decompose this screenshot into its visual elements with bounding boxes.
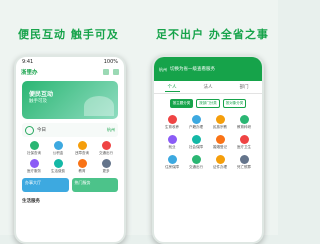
- location-label[interactable]: 杭州: [159, 67, 167, 73]
- home-banner[interactable]: 便民互动 触手可及: [22, 81, 118, 119]
- topic-item[interactable]: 住房保障: [160, 155, 184, 170]
- topic-icon: [215, 135, 225, 144]
- left-phone-screen: 9:41 100% 浙里办 便民互动 触手可及 今日 杭州 社保查询 公积金 违…: [14, 55, 126, 244]
- service-icon: [53, 159, 63, 168]
- chip-by-topic[interactable]: 按主题分类: [169, 99, 194, 108]
- service-label: 更多: [102, 169, 110, 173]
- service-label: 医疗服务: [27, 169, 41, 173]
- topic-item[interactable]: 教育科研: [232, 115, 256, 130]
- status-time: 9:41: [22, 59, 34, 65]
- topic-label: 婚姻登记: [213, 145, 227, 149]
- topic-item[interactable]: 证件办理: [208, 155, 232, 170]
- app-title: 浙里办: [21, 70, 38, 76]
- status-bar: 9:41 100%: [16, 57, 124, 66]
- weather-city: 杭州: [107, 127, 115, 132]
- header-title: 切换为省一级查看服务: [170, 67, 215, 72]
- service-icon: [77, 141, 87, 150]
- topic-label: 死亡殡葬: [237, 165, 251, 169]
- filter-chips: 按主题分类 按部门分类 按对象分类: [154, 94, 262, 113]
- topic-label: 医疗卫生: [237, 145, 251, 149]
- service-item[interactable]: 社保查询: [22, 141, 46, 156]
- service-label: 社保查询: [27, 151, 41, 155]
- service-item[interactable]: 生活缴费: [46, 159, 70, 174]
- status-battery: 100%: [103, 59, 118, 65]
- topic-item[interactable]: 社会保障: [184, 135, 208, 150]
- home-header: 浙里办: [16, 66, 124, 78]
- banner-title: 便民互动: [29, 91, 54, 98]
- topic-label: 就业: [168, 145, 176, 149]
- weather-bar[interactable]: 今日 杭州: [22, 123, 118, 137]
- topic-icon: [167, 135, 177, 144]
- topic-item[interactable]: 死亡殡葬: [232, 155, 256, 170]
- topic-item[interactable]: 医疗卫生: [232, 135, 256, 150]
- banner-subtitle: 触手可及: [29, 99, 47, 104]
- feature-cards: 办事大厅 热门服务: [22, 178, 118, 192]
- topic-label: 证件办理: [213, 165, 227, 169]
- service-item[interactable]: 违章查询: [70, 141, 94, 156]
- tab-legal[interactable]: 法人: [201, 83, 216, 91]
- topic-label: 民族宗教: [213, 125, 227, 129]
- weather-icon: [25, 125, 34, 135]
- topic-icon: [167, 115, 177, 124]
- section-heading: 生活服务: [22, 199, 40, 204]
- topic-item[interactable]: 户籍办理: [184, 115, 208, 130]
- feature-card[interactable]: 热门服务: [71, 178, 118, 192]
- topic-label: 交通出行: [189, 165, 203, 169]
- topic-item[interactable]: 生育收养: [160, 115, 184, 130]
- topic-icon: [215, 155, 225, 164]
- topic-icon: [239, 135, 249, 144]
- service-icon: [29, 141, 39, 150]
- chip-by-dept[interactable]: 按部门分类: [196, 99, 220, 108]
- topic-item[interactable]: 民族宗教: [208, 115, 232, 130]
- service-icon: [53, 141, 63, 150]
- right-phone-screen: 杭州 切换为省一级查看服务 个人 法人 部门 按主题分类 按部门分类 按对象分类…: [152, 55, 264, 244]
- topic-item[interactable]: 就业: [160, 135, 184, 150]
- service-icon: [29, 159, 39, 168]
- service-label: 教育: [78, 169, 86, 173]
- left-caption: 便民互动 触手可及: [18, 28, 119, 41]
- service-icon: [101, 141, 111, 150]
- topic-item[interactable]: 婚姻登记: [208, 135, 232, 150]
- topic-label: 社会保障: [189, 145, 203, 149]
- service-label: 公积金: [52, 151, 64, 155]
- service-grid: 社保查询 公积金 违章查询 交通出行 医疗服务 生活缴费 教育 更多: [22, 141, 118, 174]
- service-item[interactable]: 公积金: [46, 141, 70, 156]
- green-header: 杭州 切换为省一级查看服务: [154, 57, 262, 81]
- topic-item[interactable]: 交通出行: [184, 155, 208, 170]
- chip-by-object[interactable]: 按对象分类: [222, 99, 247, 108]
- message-icon[interactable]: [113, 69, 119, 75]
- service-label: 生活缴费: [51, 169, 65, 173]
- service-item[interactable]: 医疗服务: [22, 159, 46, 174]
- screenshot-stage: 便民互动 触手可及 足不出户 办全省之事 9:41 100% 浙里办 便民互动 …: [0, 0, 278, 244]
- topic-icon: [191, 155, 201, 164]
- topic-icon: [239, 155, 249, 164]
- tab-department[interactable]: 部门: [237, 83, 252, 91]
- topic-icon: [239, 115, 249, 124]
- topic-label: 生育收养: [165, 125, 179, 129]
- service-item[interactable]: 教育: [70, 159, 94, 174]
- category-tabs: 个人 法人 部门: [154, 81, 262, 94]
- right-caption: 足不出户 办全省之事: [156, 28, 269, 41]
- service-icon: [77, 159, 87, 168]
- topic-icon: [191, 115, 201, 124]
- topic-icon: [167, 155, 177, 164]
- service-label: 违章查询: [75, 151, 89, 155]
- feature-card[interactable]: 办事大厅: [22, 178, 69, 192]
- topic-icon: [191, 135, 201, 144]
- service-label: 交通出行: [99, 151, 113, 155]
- service-icon: [101, 159, 111, 168]
- topic-grid: 生育收养 户籍办理 民族宗教 教育科研 就业 社会保障 婚姻登记 医疗卫生 住房…: [154, 113, 262, 170]
- service-item[interactable]: 交通出行: [94, 141, 118, 156]
- scan-icon[interactable]: [103, 69, 109, 75]
- weather-label: 今日: [37, 128, 46, 133]
- topic-label: 教育科研: [237, 125, 251, 129]
- topic-icon: [215, 115, 225, 124]
- topic-label: 户籍办理: [189, 125, 203, 129]
- tab-personal[interactable]: 个人: [164, 83, 180, 92]
- banner-illustration: [84, 96, 114, 116]
- service-item[interactable]: 更多: [94, 159, 118, 174]
- topic-label: 住房保障: [165, 165, 179, 169]
